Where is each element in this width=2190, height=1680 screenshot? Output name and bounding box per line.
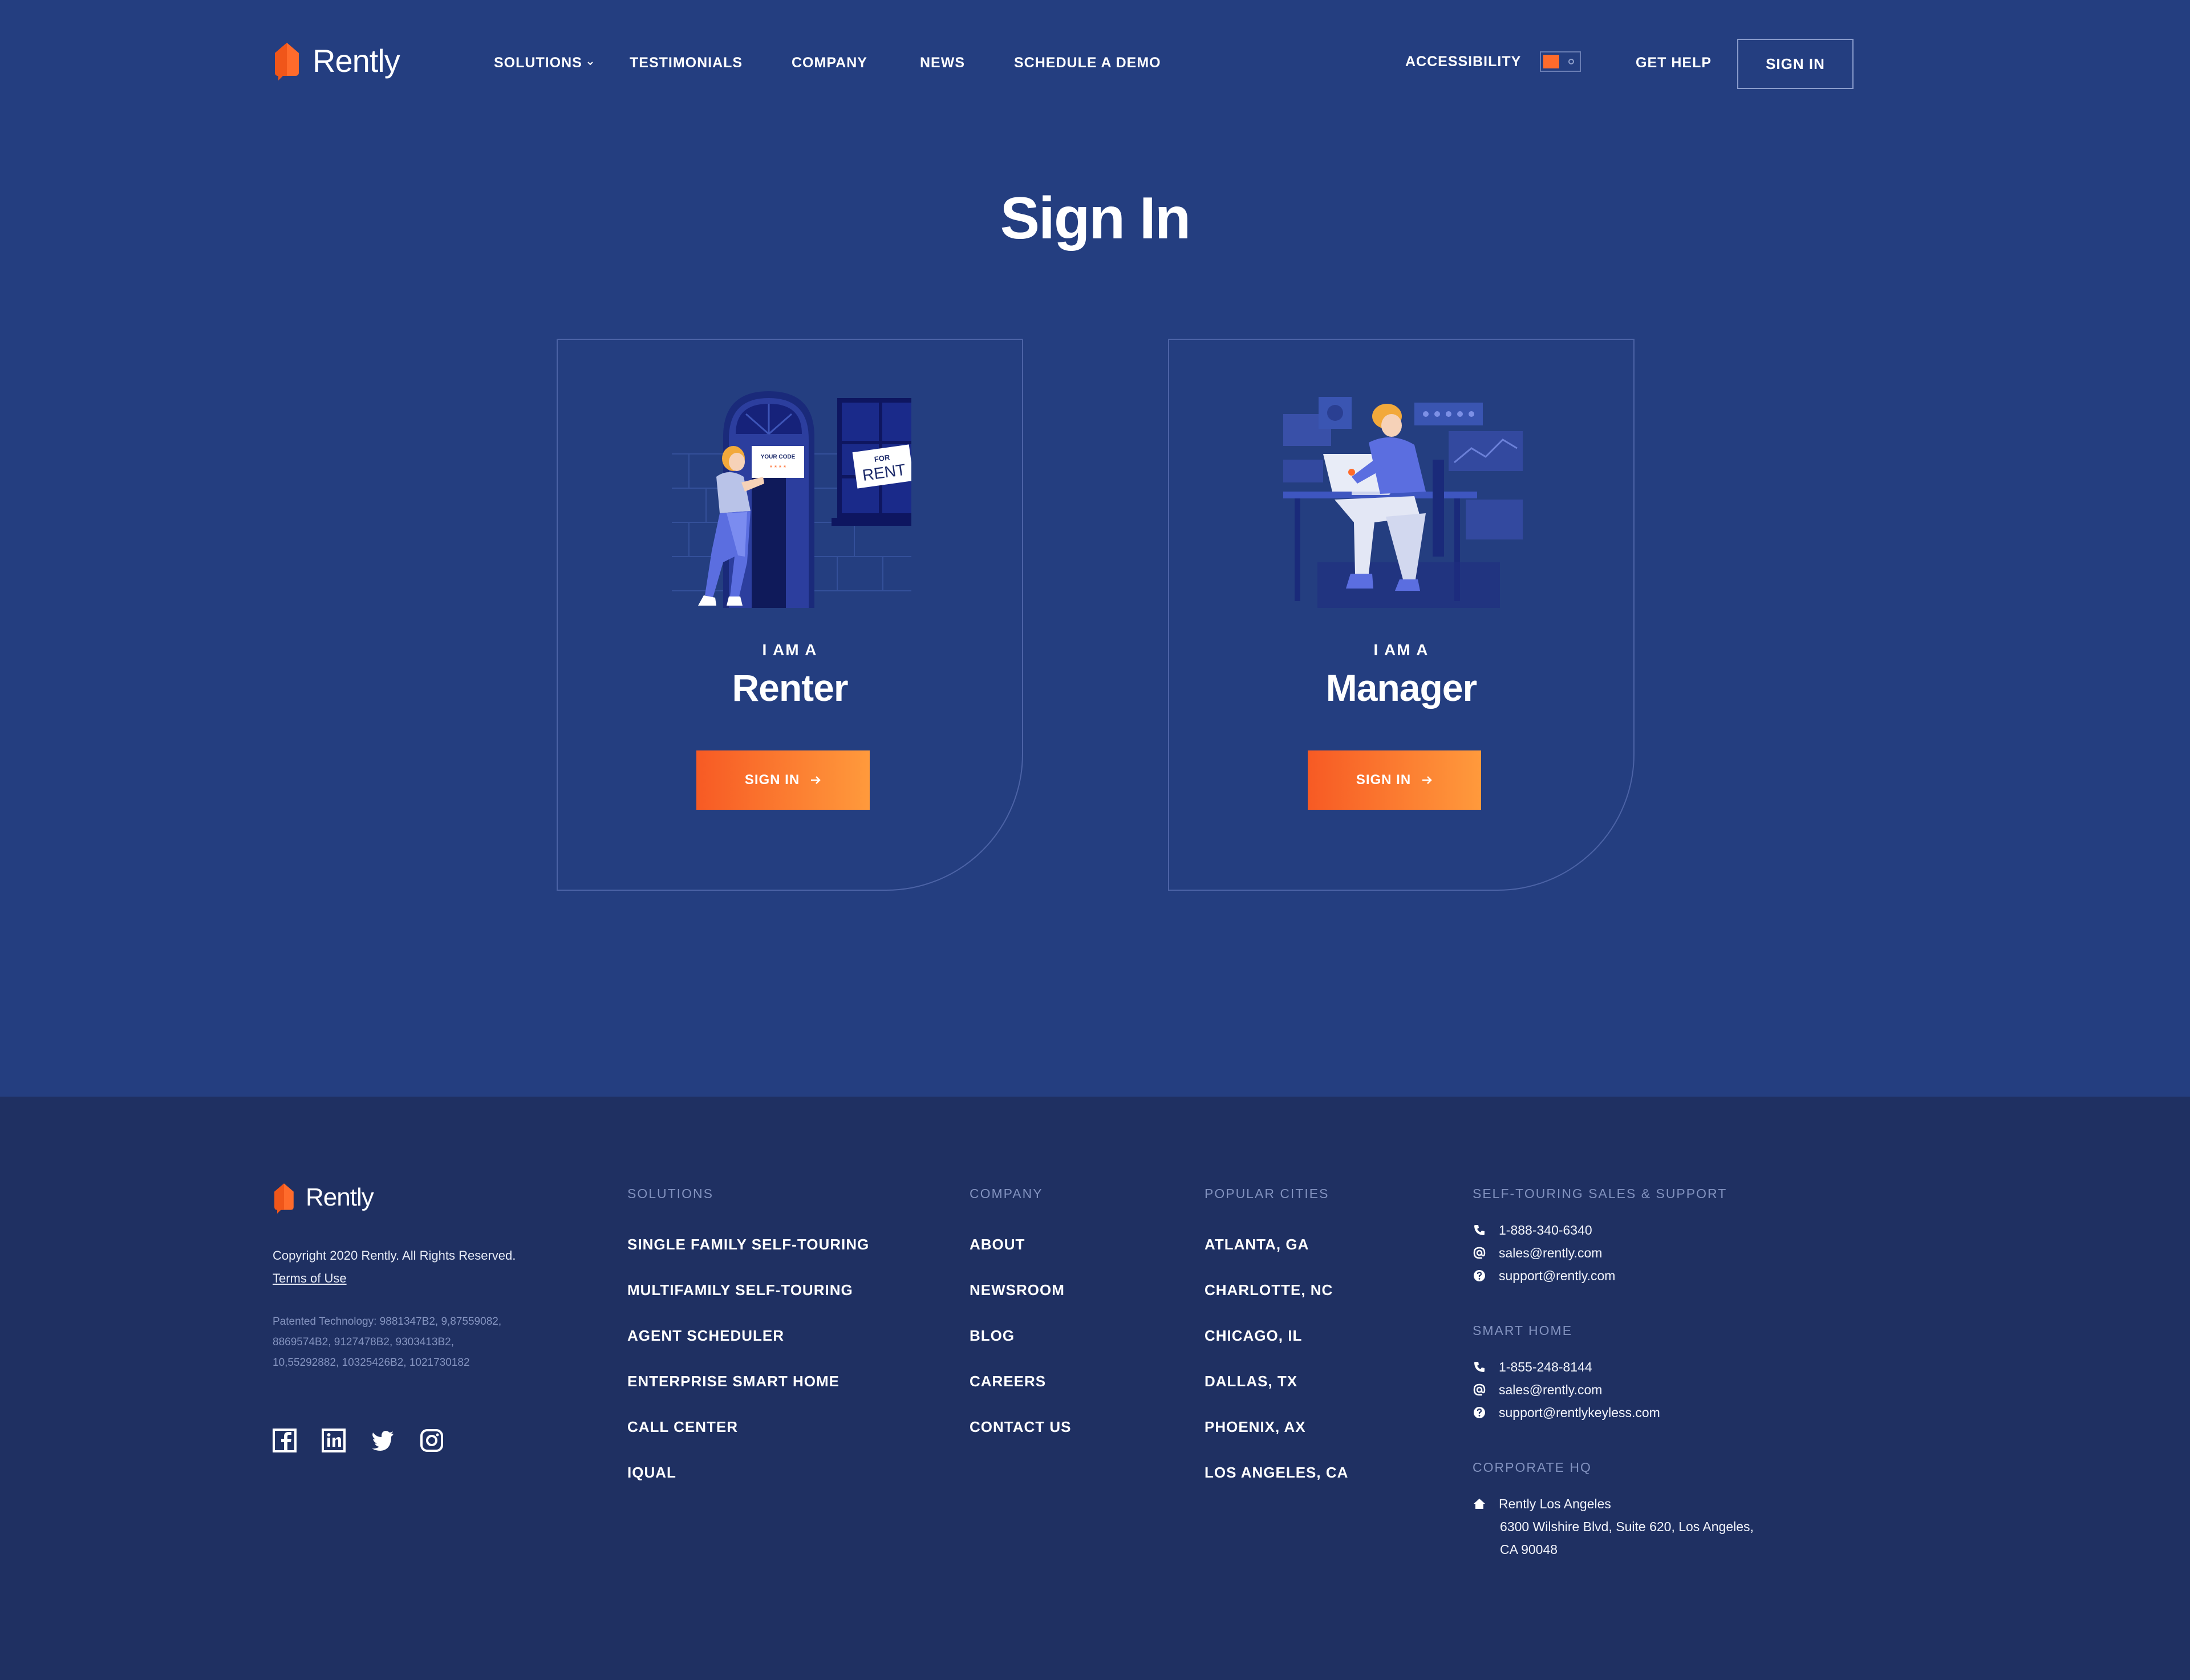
self-touring-phone[interactable]: 1-888-340-6340 [1473, 1220, 1592, 1240]
footer-link-about[interactable]: ABOUT [970, 1234, 1025, 1255]
copyright-text: Copyright 2020 Rently. All Rights Reserv… [273, 1248, 516, 1263]
arrow-right-icon [811, 776, 821, 784]
phone-icon [1474, 1362, 1485, 1372]
at-sign-icon [1473, 1383, 1486, 1396]
renter-sign-in-button[interactable]: SIGN IN [696, 750, 870, 810]
footer-link-agent-scheduler[interactable]: AGENT SCHEDULER [627, 1325, 784, 1346]
footer-link-los-angeles[interactable]: LOS ANGELES, CA [1204, 1462, 1348, 1483]
footer-link-multifamily[interactable]: MULTIFAMILY SELF-TOURING [627, 1280, 853, 1300]
toggle-knob [1543, 55, 1559, 68]
footer-rently-logo[interactable]: Rently [273, 1182, 374, 1214]
manager-desk-illustration [1283, 397, 1523, 608]
arrow-right-icon [1422, 776, 1432, 784]
manager-card: I AM A Manager SIGN IN [1168, 339, 1635, 891]
nav-solutions-label: SOLUTIONS [494, 55, 582, 71]
manager-sign-in-label: SIGN IN [1356, 772, 1412, 788]
rently-logo[interactable]: Rently [273, 40, 400, 81]
logo-wordmark: Rently [313, 42, 400, 79]
home-icon [1474, 1499, 1485, 1509]
nav-testimonials[interactable]: TESTIMONIALS [630, 52, 743, 73]
patents-text: Patented Technology: 9881347B2, 9,875590… [273, 1316, 502, 1369]
footer-link-careers[interactable]: CAREERS [970, 1371, 1046, 1391]
code-stars-text: * * * * [770, 464, 786, 472]
self-touring-support-text: support@rently.com [1499, 1268, 1616, 1283]
smart-home-sales-text: sales@rently.com [1499, 1382, 1603, 1397]
smart-home-phone[interactable]: 1-855-248-8144 [1473, 1357, 1592, 1377]
terms-of-use-link[interactable]: Terms of Use [273, 1267, 347, 1290]
manager-title: Manager [1325, 667, 1477, 709]
self-touring-sales-email[interactable]: sales@rently.com [1473, 1243, 1602, 1263]
footer-link-newsroom[interactable]: NEWSROOM [970, 1280, 1065, 1300]
manager-sign-in-button[interactable]: SIGN IN [1308, 750, 1481, 810]
chevron-down-icon [587, 62, 593, 66]
cities-heading: POPULAR CITIES [1204, 1186, 1329, 1201]
nav-company[interactable]: COMPANY [792, 52, 867, 73]
renter-title: Renter [732, 667, 848, 709]
footer-link-iqual[interactable]: IQUAL [627, 1462, 676, 1483]
smart-home-heading: SMART HOME [1473, 1323, 1573, 1338]
help-circle-icon [1474, 1270, 1485, 1281]
renter-card: YOUR CODE * * * * FOR RENT I AM A Renter… [557, 339, 1023, 891]
nav-solutions[interactable]: SOLUTIONS [494, 52, 594, 73]
nav-news[interactable]: NEWS [920, 52, 965, 73]
get-help-link[interactable]: GET HELP [1636, 52, 1712, 73]
hq-address-line2: CA 90048 [1500, 1542, 1558, 1557]
instagram-icon[interactable] [420, 1429, 444, 1452]
help-circle-icon [1474, 1407, 1485, 1418]
smart-home-phone-text: 1-855-248-8144 [1499, 1360, 1592, 1374]
phone-icon [1474, 1225, 1485, 1235]
footer-link-call-center[interactable]: CALL CENTER [627, 1417, 738, 1437]
footer-logo-wordmark: Rently [306, 1183, 374, 1211]
linkedin-icon[interactable] [322, 1429, 346, 1452]
page-title: Sign In [1000, 185, 1191, 251]
footer-link-dallas[interactable]: DALLAS, TX [1204, 1371, 1297, 1391]
nav-schedule-demo[interactable]: SCHEDULE A DEMO [1014, 52, 1161, 73]
corporate-hq-heading: CORPORATE HQ [1473, 1460, 1592, 1475]
at-sign-icon [1473, 1247, 1486, 1259]
smart-home-support-text: support@rentlykeyless.com [1499, 1405, 1660, 1420]
footer-link-contact-us[interactable]: CONTACT US [970, 1417, 1072, 1437]
header-sign-in-button[interactable]: SIGN IN [1737, 39, 1854, 89]
footer-link-enterprise-smart-home[interactable]: ENTERPRISE SMART HOME [627, 1371, 840, 1391]
toggle-off-indicator [1568, 59, 1574, 64]
hq-name: Rently Los Angeles [1473, 1494, 1611, 1514]
house-logo-icon [275, 43, 299, 80]
self-touring-support-email[interactable]: support@rently.com [1473, 1265, 1615, 1286]
solutions-heading: SOLUTIONS [627, 1186, 713, 1201]
renter-kicker: I AM A [762, 641, 818, 659]
self-touring-sales-text: sales@rently.com [1499, 1245, 1603, 1260]
house-logo-icon [274, 1183, 294, 1214]
your-code-text: YOUR CODE [761, 454, 796, 460]
renter-sign-in-label: SIGN IN [744, 772, 800, 788]
footer-link-phoenix[interactable]: PHOENIX, AX [1204, 1417, 1306, 1437]
footer-link-atlanta[interactable]: ATLANTA, GA [1204, 1234, 1309, 1255]
smart-home-sales-email[interactable]: sales@rently.com [1473, 1379, 1602, 1400]
self-touring-heading: SELF-TOURING SALES & SUPPORT [1473, 1186, 1727, 1201]
facebook-icon[interactable] [273, 1429, 297, 1452]
renter-door-illustration: YOUR CODE * * * * FOR RENT [672, 391, 911, 608]
footer-link-chicago[interactable]: CHICAGO, IL [1204, 1325, 1302, 1346]
accessibility-label: ACCESSIBILITY [1405, 54, 1522, 70]
company-heading: COMPANY [970, 1186, 1043, 1201]
manager-kicker: I AM A [1373, 641, 1429, 659]
self-touring-phone-text: 1-888-340-6340 [1499, 1223, 1592, 1237]
smart-home-support-email[interactable]: support@rentlykeyless.com [1473, 1402, 1660, 1423]
twitter-icon[interactable] [371, 1429, 395, 1452]
hq-address-line1: 6300 Wilshire Blvd, Suite 620, Los Angel… [1500, 1519, 1754, 1534]
footer-link-single-family[interactable]: SINGLE FAMILY SELF-TOURING [627, 1234, 869, 1255]
accessibility-toggle[interactable] [1540, 51, 1581, 72]
hq-name-text: Rently Los Angeles [1499, 1496, 1611, 1511]
footer-link-blog[interactable]: BLOG [970, 1325, 1015, 1346]
footer-link-charlotte[interactable]: CHARLOTTE, NC [1204, 1280, 1333, 1300]
